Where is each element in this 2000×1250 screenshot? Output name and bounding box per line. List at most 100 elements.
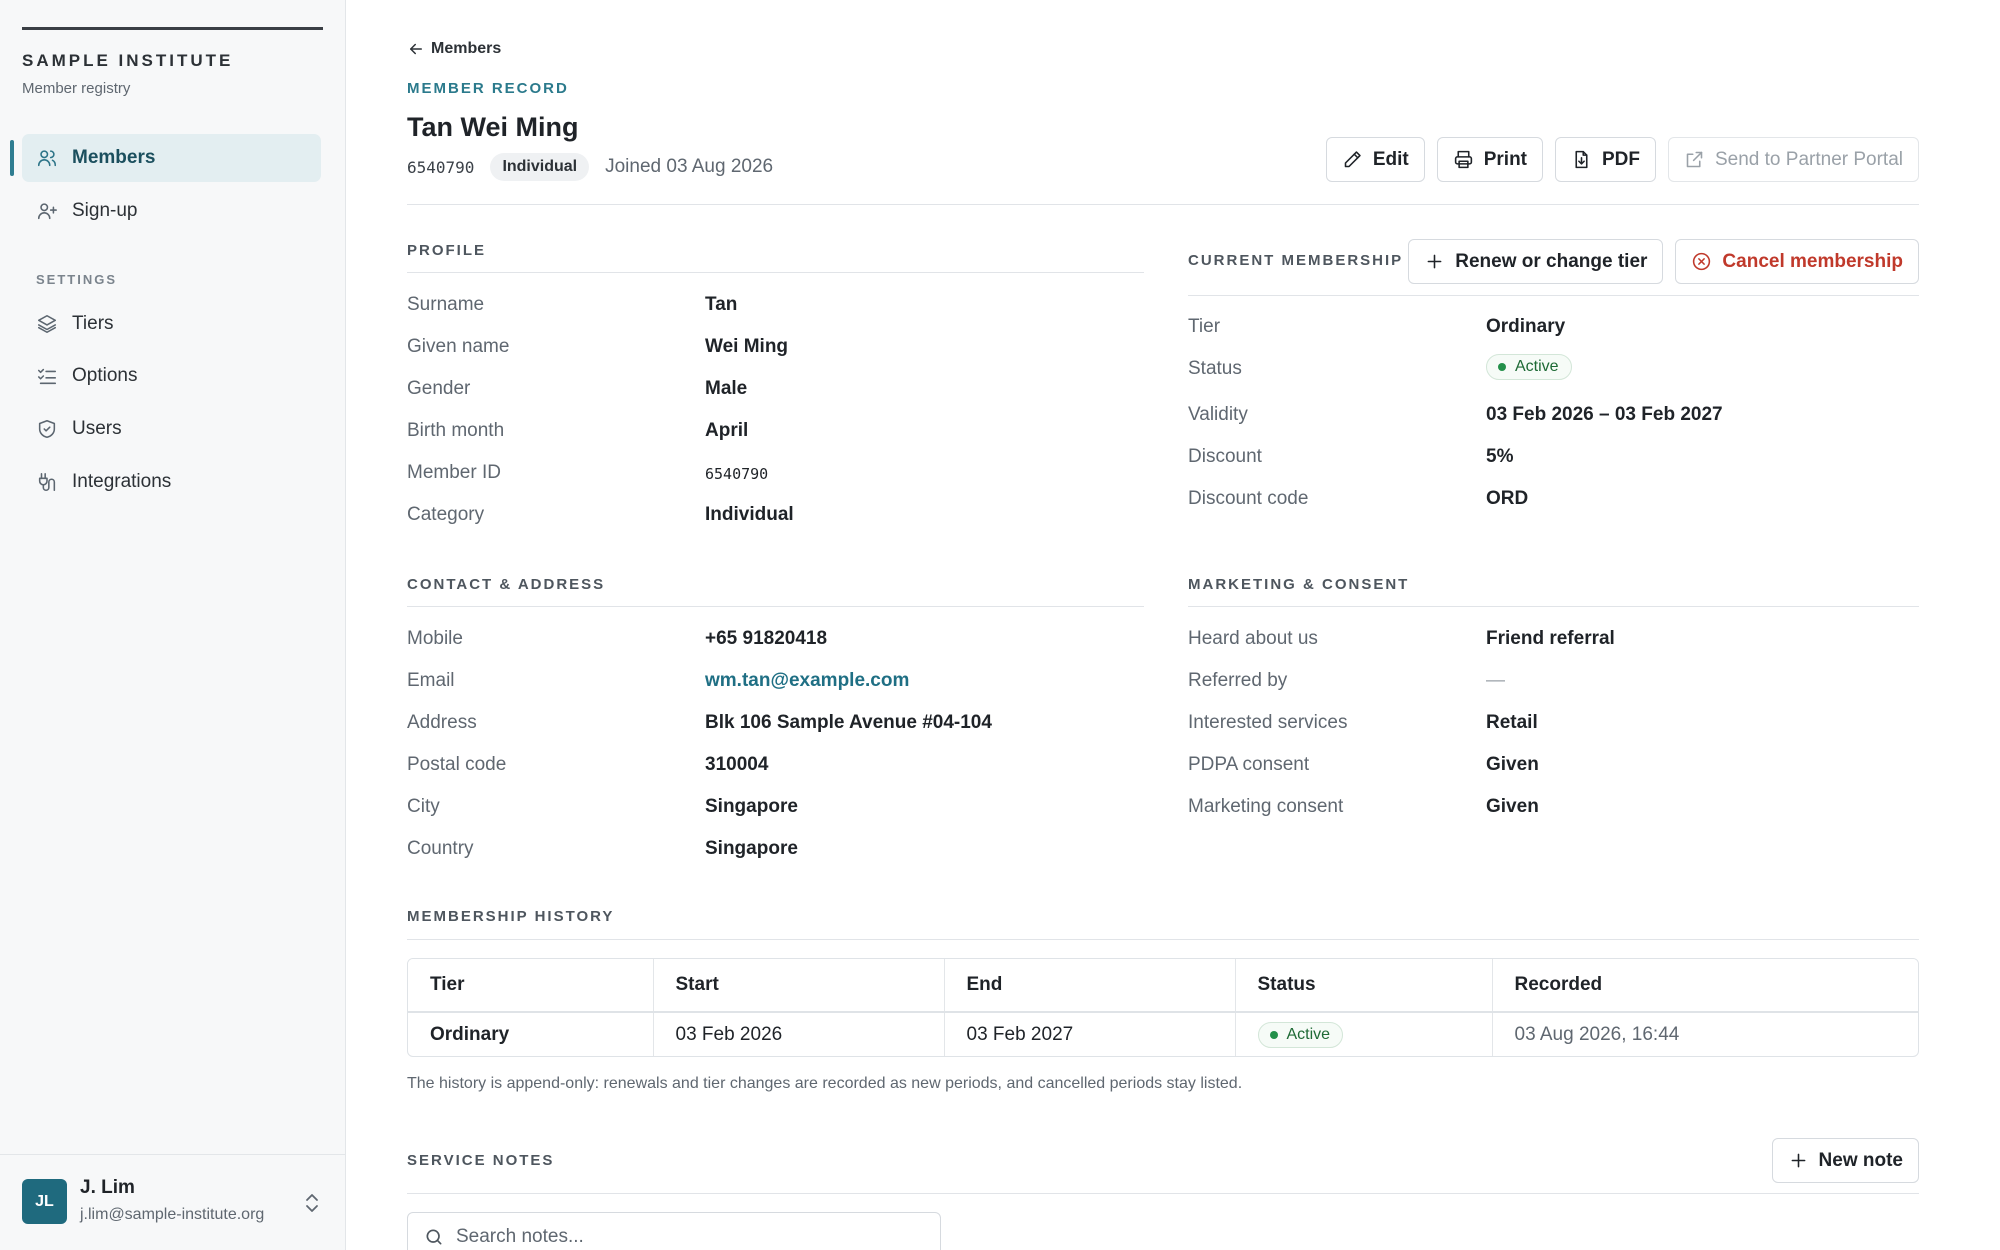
section-divider: [407, 939, 1919, 940]
interested-services-value: Retail: [1486, 712, 1538, 733]
member-meta: 6540790 Individual Joined 03 Aug 2026: [407, 153, 773, 181]
back-link[interactable]: Members: [407, 40, 501, 58]
pdf-button[interactable]: PDF: [1555, 137, 1656, 182]
category-badge: Individual: [490, 153, 590, 181]
list-checks-icon: [36, 365, 58, 387]
field-label: City: [407, 796, 440, 817]
sidebar-item-label: Members: [72, 147, 156, 168]
address-value: Blk 106 Sample Avenue #04-104: [705, 712, 992, 733]
field-label: Referred by: [1188, 670, 1288, 691]
sidebar-item-tiers[interactable]: Tiers: [22, 300, 321, 348]
user-email: j.lim@sample-institute.org: [80, 1206, 265, 1223]
field-label: Status: [1188, 358, 1242, 379]
history-note: The history is append-only: renewals and…: [407, 1075, 1243, 1092]
section-divider: [407, 606, 1144, 607]
pdf-button-label: PDF: [1602, 148, 1640, 170]
field-label: Marketing consent: [1188, 796, 1344, 817]
file-download-icon: [1575, 150, 1588, 169]
users-icon: [36, 147, 58, 169]
cancel-membership-button[interactable]: Cancel membership: [1675, 239, 1919, 284]
gender-value: Male: [705, 378, 748, 399]
contact-section-title: CONTACT & ADDRESS: [407, 576, 606, 593]
chevron-up-down-icon[interactable]: [304, 1191, 320, 1215]
main-content: Members MEMBER RECORD Tan Wei Ming 65407…: [407, 0, 1919, 1250]
header-divider: [407, 204, 1919, 205]
sidebar-item-label: Integrations: [72, 471, 172, 492]
city-value: Singapore: [705, 796, 798, 817]
send-to-partner-portal-button[interactable]: Send to Partner Portal: [1668, 137, 1919, 182]
new-note-button[interactable]: New note: [1771, 1138, 1919, 1183]
field-label: Discount: [1188, 446, 1262, 467]
layers-icon: [36, 313, 58, 335]
history-recorded-cell: 03 Aug 2026, 16:44: [1514, 1023, 1680, 1045]
field-label: Validity: [1188, 404, 1248, 425]
page-eyebrow: MEMBER RECORD: [407, 80, 569, 97]
status-dot: [1269, 1030, 1278, 1039]
discount-value: 5%: [1486, 446, 1514, 467]
marketing-consent-value: Given: [1486, 796, 1539, 817]
search-input[interactable]: [456, 1226, 896, 1248]
x-circle-icon: [1693, 252, 1711, 271]
status-dot: [1498, 363, 1506, 371]
settings-section-label: SETTINGS: [36, 272, 118, 287]
field-label: Interested services: [1188, 712, 1348, 733]
field-label: Discount code: [1188, 488, 1309, 509]
table-header-row: Tier Start End Status Recorded: [408, 959, 1918, 1013]
print-button[interactable]: Print: [1436, 137, 1543, 182]
history-table: Tier Start End Status Recorded Ordinary …: [407, 958, 1919, 1057]
email-link[interactable]: wm.tan@example.com: [705, 670, 909, 692]
avatar: JL: [22, 1179, 67, 1224]
field-label: Mobile: [407, 628, 463, 649]
given-name-value: Wei Ming: [705, 336, 789, 357]
printer-icon: [1454, 150, 1472, 169]
history-end-cell: 03 Feb 2027: [944, 1012, 1236, 1056]
external-link-icon: [1686, 151, 1703, 168]
edit-button-label: Edit: [1372, 148, 1409, 170]
sidebar-item-options[interactable]: Options: [22, 352, 321, 400]
new-note-button-label: New note: [1818, 1149, 1903, 1171]
section-divider: [1188, 606, 1919, 607]
postal-code-value: 310004: [705, 754, 769, 775]
sidebar-item-users[interactable]: Users: [22, 405, 321, 453]
back-link-label: Members: [431, 40, 502, 57]
field-label: Email: [407, 670, 455, 691]
cancel-button-label: Cancel membership: [1722, 250, 1903, 272]
joined-date: Joined 03 Aug 2026: [605, 156, 774, 177]
user-menu[interactable]: JL J. Lim j.lim@sample-institute.org: [0, 1154, 346, 1250]
column-header: Status: [1235, 959, 1493, 1013]
plug-icon: [36, 471, 58, 493]
history-tier-cell: Ordinary: [408, 1012, 654, 1056]
pdpa-consent-value: Given: [1486, 754, 1539, 775]
field-label: Postal code: [407, 754, 507, 775]
sidebar-item-signup[interactable]: Sign-up: [22, 187, 321, 235]
field-label: Tier: [1188, 316, 1221, 337]
header-actions: Edit Print PDF Send to Partner Portal: [1325, 137, 1919, 182]
field-label: Heard about us: [1188, 628, 1318, 649]
sidebar-item-label: Options: [72, 365, 138, 386]
renew-button-label: Renew or change tier: [1455, 250, 1648, 272]
history-status-cell: Active: [1235, 1012, 1493, 1056]
tier-value: Ordinary: [1486, 316, 1566, 337]
history-section-title: MEMBERSHIP HISTORY: [407, 908, 615, 925]
section-divider: [407, 1193, 1919, 1194]
sidebar-item-integrations[interactable]: Integrations: [22, 458, 321, 506]
sidebar-item-members[interactable]: Members: [22, 134, 321, 182]
birth-month-value: April: [705, 420, 749, 441]
page-title: Tan Wei Ming: [407, 112, 579, 142]
renew-or-change-tier-button[interactable]: Renew or change tier: [1408, 239, 1664, 284]
notes-search[interactable]: [407, 1212, 941, 1250]
sidebar-item-label: Users: [72, 418, 122, 439]
sidebar-item-label: Sign-up: [72, 200, 138, 221]
user-plus-icon: [36, 200, 58, 222]
field-label: Surname: [407, 294, 485, 315]
edit-button[interactable]: Edit: [1325, 137, 1425, 182]
country-value: Singapore: [705, 838, 798, 859]
field-label: Birth month: [407, 420, 505, 441]
pencil-icon: [1344, 151, 1361, 168]
field-label: Address: [407, 712, 477, 733]
column-header: Tier: [408, 959, 654, 1013]
heard-about-us-value: Friend referral: [1486, 628, 1615, 649]
section-divider: [407, 272, 1144, 273]
field-label: Member ID: [407, 462, 501, 483]
mobile-value: +65 91820418: [705, 628, 828, 649]
